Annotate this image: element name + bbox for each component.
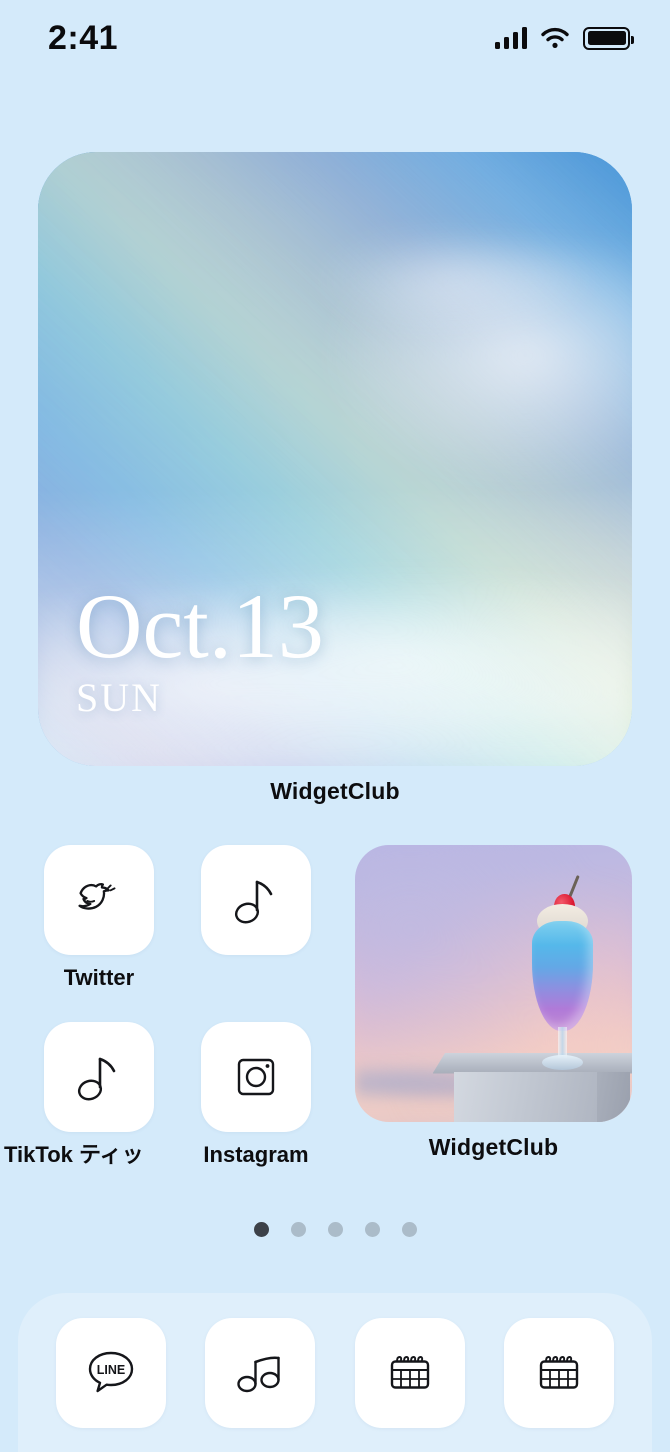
- calendar-icon: [540, 1355, 579, 1389]
- glass-stem: [558, 1027, 567, 1059]
- app-icon-twitter[interactable]: Twitter: [26, 845, 172, 990]
- status-bar: 2:41: [0, 0, 670, 76]
- line-chat-icon: LINE: [88, 1351, 133, 1392]
- instagram-camera-icon: [237, 1058, 275, 1096]
- status-bar-indicators: [494, 26, 634, 50]
- svg-text:LINE: LINE: [97, 1363, 125, 1377]
- weekday-value: SUN: [76, 675, 163, 720]
- page-dot-2[interactable]: [290, 1222, 306, 1237]
- cream-soda-glass: [532, 874, 594, 1072]
- app-icon-tiktok[interactable]: TikTok ティッ: [4, 1022, 172, 1167]
- date-value: Oct.13: [76, 574, 324, 677]
- glass-foot: [542, 1054, 584, 1071]
- date-widget[interactable]: Oct.13 SUN: [38, 152, 632, 766]
- cellular-signal-icon: [494, 27, 527, 49]
- dock-item-music[interactable]: [205, 1317, 316, 1428]
- app-icon-instagram[interactable]: Instagram: [183, 1022, 329, 1167]
- dock: LINE: [18, 1293, 652, 1452]
- twitter-bird-icon: [78, 882, 116, 910]
- photo-widget-label: WidgetClub: [428, 1134, 559, 1160]
- music-notes-icon: [237, 1355, 281, 1392]
- app-label-instagram: Instagram: [203, 1143, 309, 1167]
- cloud-upper: [311, 225, 597, 337]
- dock-item-calendar-1[interactable]: [354, 1317, 465, 1428]
- music-note-icon: [77, 1057, 116, 1101]
- page-dot-5[interactable]: [401, 1222, 417, 1237]
- date-widget-label: WidgetClub: [270, 778, 400, 804]
- dock-item-calendar-2[interactable]: [504, 1317, 615, 1428]
- wifi-icon: [541, 27, 569, 48]
- glass-bowl: [532, 920, 594, 1031]
- page-dot-4[interactable]: [364, 1222, 380, 1237]
- app-icon-music-unlabeled[interactable]: [183, 845, 329, 955]
- calendar-icon: [390, 1355, 429, 1389]
- music-note-icon: [234, 880, 273, 924]
- date-text-group: Oct.13 SUN: [76, 574, 324, 722]
- instagram-tile[interactable]: [201, 1022, 311, 1132]
- photo-widget[interactable]: [355, 845, 632, 1122]
- page-dot-1[interactable]: [253, 1222, 269, 1237]
- app-label-twitter: Twitter: [63, 966, 135, 990]
- status-bar-time: 2:41: [48, 19, 119, 57]
- app-label-tiktok: TikTok ティッ: [4, 1143, 144, 1167]
- twitter-tile[interactable]: [44, 845, 154, 955]
- tiktok-tile[interactable]: [44, 1022, 154, 1132]
- page-dot-3[interactable]: [327, 1222, 343, 1237]
- music-tile[interactable]: [201, 845, 311, 955]
- battery-full-icon: [583, 26, 634, 50]
- dock-item-line[interactable]: LINE: [55, 1317, 166, 1428]
- page-dots[interactable]: [0, 1222, 670, 1237]
